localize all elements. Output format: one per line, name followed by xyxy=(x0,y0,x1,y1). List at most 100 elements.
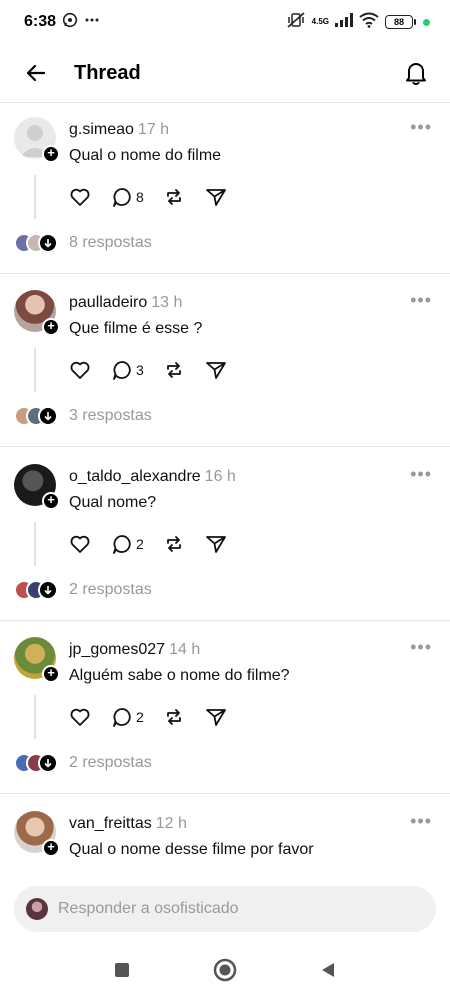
reply-avatars xyxy=(14,753,60,773)
my-avatar-icon xyxy=(26,898,48,920)
repost-icon xyxy=(166,362,181,378)
reply-bar[interactable] xyxy=(14,886,436,932)
post-actions: 2 xyxy=(68,705,246,729)
comment-button[interactable]: 2 xyxy=(110,532,144,556)
replies-count[interactable]: 2 respostas xyxy=(69,581,152,599)
username[interactable]: o_taldo_alexandre xyxy=(69,468,201,485)
like-button[interactable] xyxy=(68,358,92,382)
replies-count[interactable]: 3 respostas xyxy=(69,407,152,425)
post-text: Qual o nome do filme xyxy=(69,147,222,164)
comment-button[interactable]: 2 xyxy=(110,705,144,729)
system-nav-bar xyxy=(0,945,450,1000)
avatar[interactable]: + xyxy=(14,811,60,857)
repost-button[interactable] xyxy=(162,532,186,556)
username[interactable]: g.simeao xyxy=(69,121,134,138)
post-actions: 8 xyxy=(68,185,246,209)
more-options-icon[interactable]: ••• xyxy=(410,117,432,138)
repost-icon xyxy=(166,536,181,552)
comment-count: 2 xyxy=(136,709,144,725)
signal-icon xyxy=(335,12,353,32)
thread-post[interactable]: + g.simeao 17 h ••• Qual o nome do filme … xyxy=(0,103,450,276)
post-time: 14 h xyxy=(169,641,201,658)
post-header: jp_gomes027 14 h xyxy=(69,641,200,659)
repost-button[interactable] xyxy=(162,705,186,729)
avatar[interactable]: + xyxy=(14,464,60,510)
comment-icon xyxy=(113,708,131,727)
share-button[interactable] xyxy=(204,185,228,209)
follow-plus-icon[interactable]: + xyxy=(42,665,60,683)
more-notifications-icon xyxy=(84,12,100,33)
more-options-icon[interactable]: ••• xyxy=(410,290,432,311)
send-icon xyxy=(205,362,226,379)
avatar[interactable]: + xyxy=(14,117,60,163)
post-header: paulladeiro 13 h xyxy=(69,294,182,312)
back-arrow-icon[interactable] xyxy=(22,59,50,87)
avatar[interactable]: + xyxy=(14,290,60,336)
comment-icon xyxy=(113,361,131,380)
follow-plus-icon[interactable]: + xyxy=(42,145,60,163)
recent-apps-icon[interactable] xyxy=(112,960,132,985)
comment-icon xyxy=(113,535,131,554)
status-right: 4.5G 88 xyxy=(286,11,430,34)
bell-icon[interactable] xyxy=(402,59,430,87)
share-button[interactable] xyxy=(204,358,228,382)
replies-summary[interactable]: 3 respostas xyxy=(14,406,152,426)
repost-button[interactable] xyxy=(162,358,186,382)
post-header: g.simeao 17 h xyxy=(69,121,169,139)
divider xyxy=(0,793,450,794)
replies-count[interactable]: 8 respostas xyxy=(69,234,152,252)
thread-post[interactable]: + jp_gomes027 14 h ••• Alguém sabe o nome… xyxy=(0,623,450,796)
avatar[interactable]: + xyxy=(14,637,60,683)
thread-post[interactable]: + o_taldo_alexandre 16 h ••• Qual nome? 2… xyxy=(0,450,450,623)
more-options-icon[interactable]: ••• xyxy=(410,637,432,658)
comment-icon xyxy=(113,188,131,207)
like-button[interactable] xyxy=(68,532,92,556)
share-button[interactable] xyxy=(204,705,228,729)
replies-count[interactable]: 2 respostas xyxy=(69,754,152,772)
follow-plus-icon[interactable]: + xyxy=(42,318,60,336)
thread-line xyxy=(34,175,36,219)
status-bar: 6:38 4.5G 88 xyxy=(0,0,450,44)
thread-post[interactable]: + paulladeiro 13 h ••• Que filme é esse ?… xyxy=(0,276,450,449)
post-time: 16 h xyxy=(204,468,236,485)
post-actions: 3 xyxy=(68,358,246,382)
heart-icon xyxy=(70,361,90,379)
like-button[interactable] xyxy=(68,705,92,729)
post-header: van_freittas 12 h xyxy=(69,815,187,833)
repost-icon xyxy=(166,709,181,725)
replies-summary[interactable]: 2 respostas xyxy=(14,753,152,773)
send-icon xyxy=(205,189,226,206)
more-options-icon[interactable]: ••• xyxy=(410,464,432,485)
follow-plus-icon[interactable]: + xyxy=(42,839,60,857)
heart-icon xyxy=(70,188,90,206)
post-text: Qual o nome desse filme por favor xyxy=(69,841,314,858)
reply-input[interactable] xyxy=(58,900,398,918)
comment-button[interactable]: 3 xyxy=(110,358,144,382)
post-text: Que filme é esse ? xyxy=(69,320,203,337)
like-button[interactable] xyxy=(68,185,92,209)
follow-plus-icon[interactable]: + xyxy=(42,492,60,510)
home-icon[interactable] xyxy=(212,957,238,988)
username[interactable]: paulladeiro xyxy=(69,294,147,311)
thread-post[interactable]: + van_freittas 12 h ••• Qual o nome desse… xyxy=(0,797,450,877)
vibrate-off-icon xyxy=(286,11,306,34)
more-options-icon[interactable]: ••• xyxy=(410,811,432,832)
replies-summary[interactable]: 8 respostas xyxy=(14,233,152,253)
back-triangle-icon[interactable] xyxy=(318,960,338,985)
whatsapp-icon xyxy=(62,12,78,33)
username[interactable]: jp_gomes027 xyxy=(69,641,165,658)
repost-button[interactable] xyxy=(162,185,186,209)
status-time: 6:38 xyxy=(24,13,57,30)
app-header: Thread xyxy=(0,44,450,102)
share-button[interactable] xyxy=(204,532,228,556)
divider xyxy=(0,620,450,621)
thread-line xyxy=(34,348,36,392)
post-text: Alguém sabe o nome do filme? xyxy=(69,667,290,684)
comment-button[interactable]: 8 xyxy=(110,185,144,209)
comment-count: 2 xyxy=(136,536,144,552)
username[interactable]: van_freittas xyxy=(69,815,152,832)
battery-indicator: 88 xyxy=(385,15,416,29)
post-time: 17 h xyxy=(137,121,170,138)
comment-count: 8 xyxy=(136,189,144,205)
replies-summary[interactable]: 2 respostas xyxy=(14,580,152,600)
